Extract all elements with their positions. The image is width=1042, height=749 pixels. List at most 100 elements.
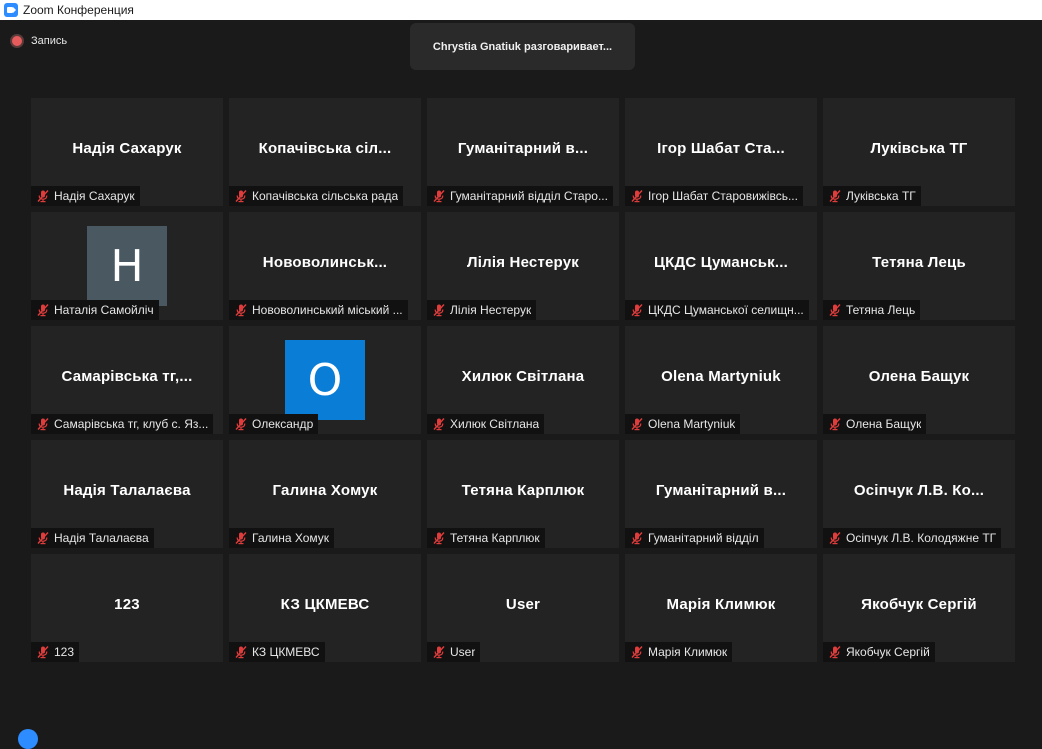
participant-label-text: Гуманітарний відділ Старо... [450,189,608,203]
participant-name-label: ЦКДС Цуманської селищн... [625,300,809,320]
participant-label-text: Луківська ТГ [846,189,916,203]
mic-muted-icon [828,303,842,317]
zoom-corner-icon [18,729,38,749]
recording-indicator[interactable]: Запись [12,35,67,47]
participant-display-name: Марія Климюк [666,596,776,613]
participant-label-text: Осіпчук Л.В. Колодяжне ТГ [846,531,997,545]
participant-display-name: Хилюк Світлана [461,368,585,385]
mic-muted-icon [630,303,644,317]
mic-muted-icon [828,189,842,203]
participant-name-label: Олександр [229,414,319,434]
participant-tile[interactable]: Якобчук Сергій Якобчук Сергій [823,554,1015,662]
participant-label-text: Наталія Самойліч [54,303,154,317]
participant-tile[interactable]: Гуманітарний в... Гуманітарний відділ Ста… [427,98,619,206]
window-title: Zoom Конференция [23,3,134,17]
participant-tile[interactable]: Марія Климюк Марія Климюк [625,554,817,662]
participant-name-label: Надія Сахарук [31,186,140,206]
mic-muted-icon [234,303,248,317]
participant-tile[interactable]: H Наталія Самойліч [31,212,223,320]
participant-display-name: Надія Сахарук [72,140,182,157]
mic-muted-icon [630,645,644,659]
participant-tile[interactable]: Копачівська сіл... Копачівська сільська р… [229,98,421,206]
participant-name-label: Хилюк Світлана [427,414,545,434]
window-titlebar: Zoom Конференция [0,0,1042,20]
participant-label-text: Надія Талалаєва [54,531,149,545]
participant-tile[interactable]: Olena Martyniuk Olena Martyniuk [625,326,817,434]
participant-display-name: Olena Martyniuk [661,368,781,385]
participant-tile[interactable]: ЦКДС Цуманськ... ЦКДС Цуманської селищн..… [625,212,817,320]
participant-name-label: Олена Бащук [823,414,927,434]
participant-tile[interactable]: Надія Сахарук Надія Сахарук [31,98,223,206]
participant-name-label: Гуманітарний відділ Старо... [427,186,613,206]
participant-name-label: Гуманітарний відділ [625,528,764,548]
participant-name-label: Надія Талалаєва [31,528,154,548]
participant-name-label: Лілія Нестерук [427,300,537,320]
participant-name-label: Нововолинський міський ... [229,300,408,320]
participant-tile[interactable]: Луківська ТГ Луківська ТГ [823,98,1015,206]
participant-tile[interactable]: Надія Талалаєва Надія Талалаєва [31,440,223,548]
participant-label-text: Тетяна Лець [846,303,916,317]
participant-tile[interactable]: Хилюк Світлана Хилюк Світлана [427,326,619,434]
participant-display-name: Лілія Нестерук [467,254,579,271]
mic-muted-icon [828,531,842,545]
participant-tile[interactable]: Самарівська тг,... Самарівська тг, клуб с… [31,326,223,434]
mic-muted-icon [36,417,50,431]
mic-muted-icon [36,531,50,545]
participant-label-text: Якобчук Сергій [846,645,930,659]
participant-name-label: Марія Климюк [625,642,733,662]
mic-muted-icon [432,303,446,317]
participant-display-name: Олена Бащук [868,368,970,385]
participant-name-label: Луківська ТГ [823,186,921,206]
active-speaker-text: Chrystia Gnatiuk разговаривает... [432,40,613,53]
participant-label-text: Олена Бащук [846,417,922,431]
participant-label-text: Самарівська тг, клуб с. Яз... [54,417,209,431]
zoom-camera-icon [4,3,18,17]
participant-name-label: Наталія Самойліч [31,300,159,320]
participant-tile[interactable]: O Олександр [229,326,421,434]
participant-label-text: Olena Martyniuk [648,417,736,431]
participant-tile[interactable]: Лілія Нестерук Лілія Нестерук [427,212,619,320]
participant-name-label: Ігор Шабат Старовижівсь... [625,186,803,206]
participant-display-name: КЗ ЦКМЕВС [280,596,370,613]
participant-display-name: Галина Хомук [272,482,378,499]
participant-tile[interactable]: КЗ ЦКМЕВС КЗ ЦКМЕВС [229,554,421,662]
participant-tile[interactable]: Нововолинськ... Нововолинський міський ..… [229,212,421,320]
participant-display-name: Копачівська сіл... [258,140,392,157]
participant-display-name: ЦКДС Цуманськ... [654,254,788,271]
mic-muted-icon [432,645,446,659]
participant-tile[interactable]: User User [427,554,619,662]
participant-tile[interactable]: Галина Хомук Галина Хомук [229,440,421,548]
participant-display-name: Луківська ТГ [870,140,968,157]
participant-name-label: 123 [31,642,80,662]
participant-display-name: Якобчук Сергій [861,596,977,613]
participant-tile[interactable]: Тетяна Лець Тетяна Лець [823,212,1015,320]
participant-tile[interactable]: 123 123 [31,554,223,662]
participant-label-text: Лілія Нестерук [450,303,532,317]
mic-muted-icon [234,417,248,431]
participant-label-text: КЗ ЦКМЕВС [252,645,320,659]
participant-display-name: Нововолинськ... [262,254,388,271]
mic-muted-icon [36,303,50,317]
participant-display-name: Осіпчук Л.В. Ко... [853,482,985,499]
participant-tile[interactable]: Гуманітарний в... Гуманітарний відділ [625,440,817,548]
mic-muted-icon [432,189,446,203]
participant-label-text: Нововолинський міський ... [252,303,403,317]
participant-display-name: Надія Талалаєва [63,482,191,499]
record-dot-icon [12,36,22,46]
participant-label-text: Тетяна Карплюк [450,531,540,545]
participant-name-label: Копачівська сільська рада [229,186,404,206]
participant-label-text: Гуманітарний відділ [648,531,759,545]
mic-muted-icon [432,417,446,431]
participant-tile[interactable]: Ігор Шабат Ста... Ігор Шабат Старовижівсь… [625,98,817,206]
participant-display-name: Ігор Шабат Ста... [657,140,785,157]
participant-tile[interactable]: Тетяна Карплюк Тетяна Карплюк [427,440,619,548]
participant-name-label: Осіпчук Л.В. Колодяжне ТГ [823,528,1002,548]
participant-label-text: Надія Сахарук [54,189,135,203]
participant-name-label: Тетяна Карплюк [427,528,545,548]
participant-name-label: Якобчук Сергій [823,642,935,662]
participant-name-label: Тетяна Лець [823,300,921,320]
participant-tile[interactable]: Осіпчук Л.В. Ко... Осіпчук Л.В. Колодяжне… [823,440,1015,548]
mic-muted-icon [234,645,248,659]
participant-name-label: Самарівська тг, клуб с. Яз... [31,414,214,434]
participant-tile[interactable]: Олена Бащук Олена Бащук [823,326,1015,434]
